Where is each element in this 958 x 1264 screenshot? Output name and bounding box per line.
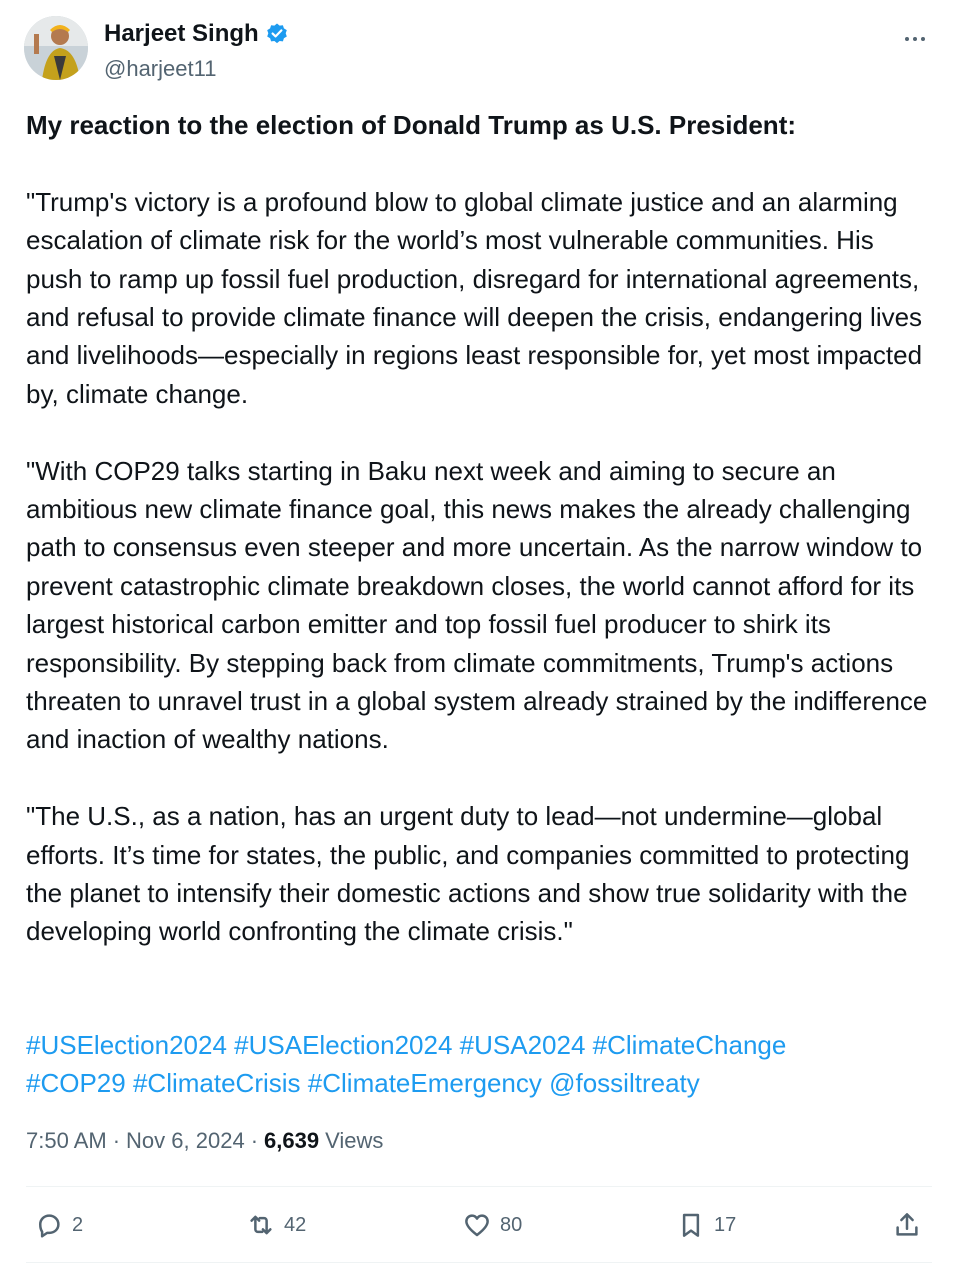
tweet-text: My reaction to the election of Donald Tr… — [26, 106, 936, 989]
repost-button[interactable]: 42 — [246, 1200, 306, 1250]
repost-count: 42 — [284, 1213, 307, 1236]
avatar-image — [24, 16, 88, 80]
hashtag-link[interactable]: #USA2024 — [460, 1030, 586, 1060]
meta-separator: · — [250, 1128, 259, 1153]
hashtag-link[interactable]: #ClimateChange — [593, 1030, 787, 1060]
bookmark-icon — [682, 1213, 700, 1237]
tweet: Harjeet Singh @harjeet11 My reaction to … — [0, 0, 958, 1264]
reply-button[interactable]: 2 — [34, 1200, 83, 1250]
more-options-icon[interactable] — [900, 24, 930, 54]
post-time[interactable]: 7:50 AM — [26, 1128, 107, 1154]
divider — [26, 1186, 932, 1187]
hashtag-link[interactable]: #ClimateEmergency — [308, 1068, 542, 1098]
divider — [26, 1262, 932, 1263]
post-date[interactable]: Nov 6, 2024 — [126, 1128, 245, 1154]
like-count: 80 — [500, 1213, 523, 1236]
views-label: Views — [325, 1128, 384, 1153]
mention-link[interactable]: @fossiltreaty — [549, 1068, 700, 1098]
hashtag-link[interactable]: #ClimateCrisis — [133, 1068, 301, 1098]
heart-icon — [465, 1214, 489, 1237]
avatar[interactable] — [24, 16, 88, 80]
hashtags: #USElection2024 #USAElection2024 #USA202… — [26, 1026, 936, 1103]
tweet-paragraph-1: "Trump's victory is a profound blow to g… — [26, 186, 923, 409]
tweet-header: Harjeet Singh @harjeet11 — [24, 16, 934, 86]
meta-separator: · — [112, 1128, 121, 1153]
handle[interactable]: @harjeet11 — [104, 56, 216, 82]
author-name-row: Harjeet Singh — [104, 20, 289, 48]
display-name[interactable]: Harjeet Singh — [104, 20, 259, 48]
like-button[interactable]: 80 — [462, 1200, 522, 1250]
share-icon — [896, 1213, 918, 1236]
tweet-lead: My reaction to the election of Donald Tr… — [26, 110, 797, 140]
tweet-paragraph-2: "With COP29 talks starting in Baku next … — [26, 455, 928, 755]
repost-icon — [250, 1215, 272, 1235]
reply-count: 2 — [72, 1213, 84, 1236]
tweet-paragraph-3: "The U.S., as a nation, has an urgent du… — [26, 801, 910, 947]
tweet-meta: 7:50 AM · Nov 6, 2024 · 6,639 Views — [26, 1128, 383, 1154]
hashtag-link[interactable]: #COP29 — [26, 1068, 126, 1098]
bookmark-count: 17 — [714, 1213, 737, 1236]
action-bar: 2 42 80 17 — [26, 1200, 932, 1250]
bookmark-button[interactable]: 17 — [676, 1200, 736, 1250]
hashtag-link[interactable]: #USElection2024 — [26, 1030, 227, 1060]
hashtag-link[interactable]: #USAElection2024 — [234, 1030, 452, 1060]
verified-badge-icon — [266, 23, 287, 44]
share-button[interactable] — [892, 1200, 922, 1250]
views-count: 6,639 — [264, 1128, 320, 1153]
reply-icon — [39, 1214, 60, 1238]
